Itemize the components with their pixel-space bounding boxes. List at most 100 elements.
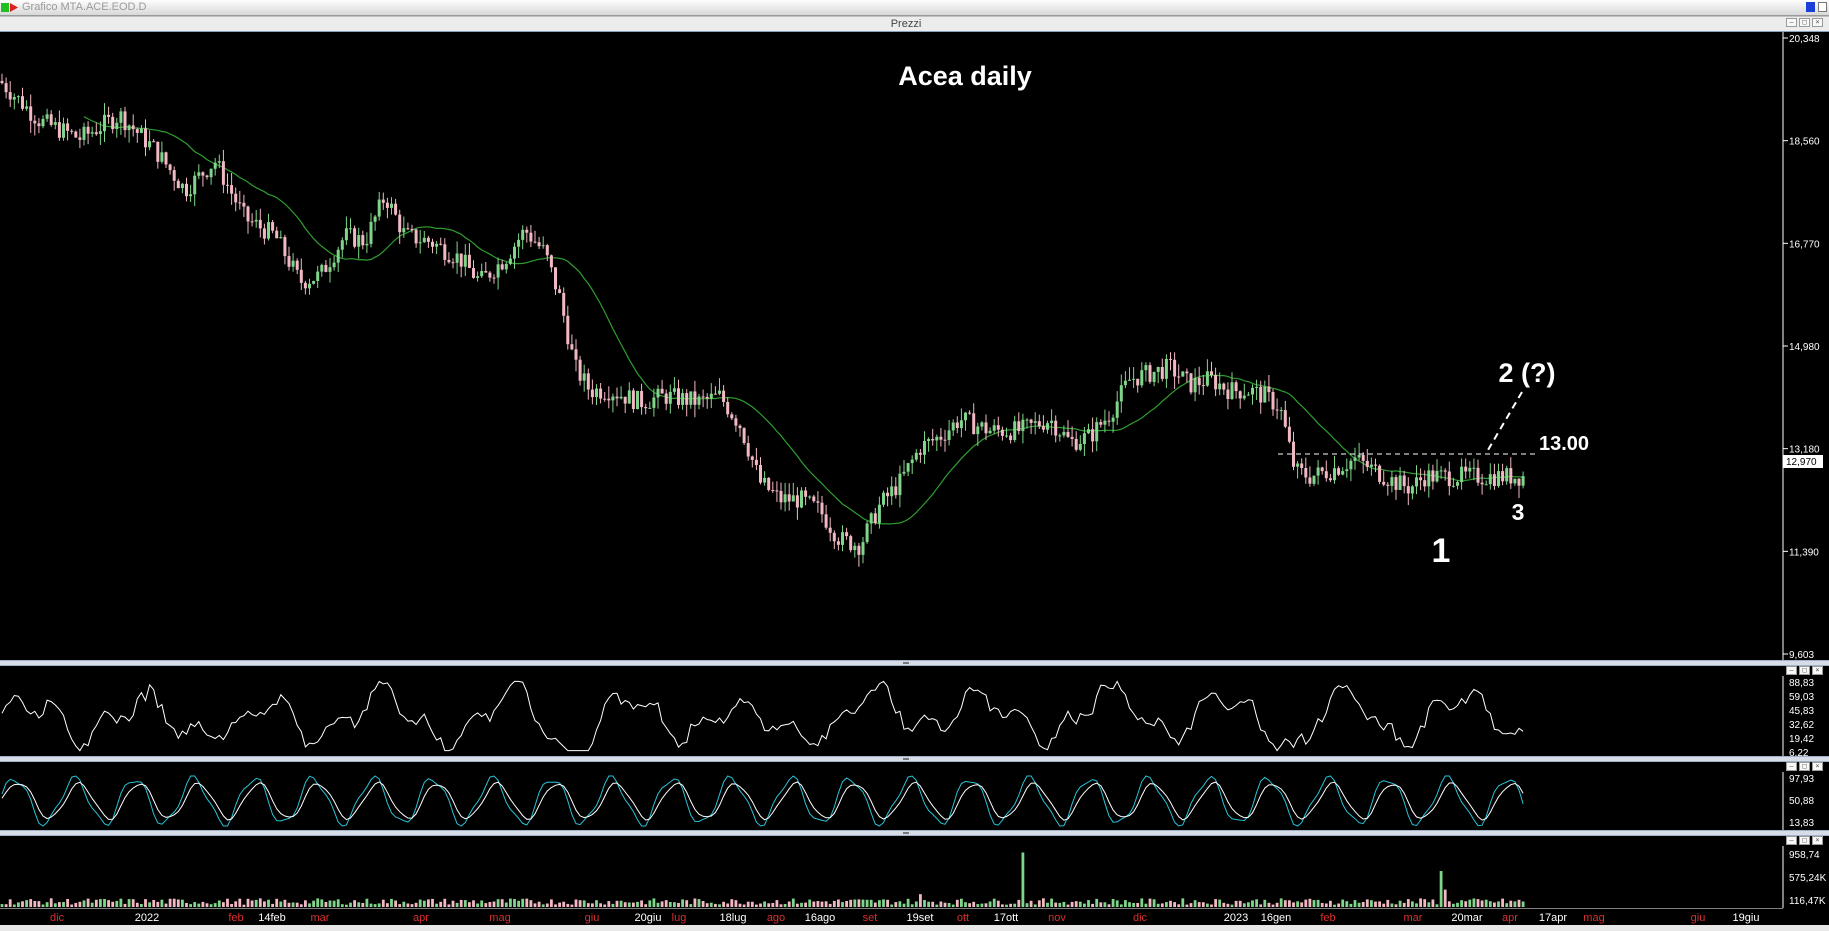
time-axis-label: giu (585, 912, 600, 924)
volume-bar (74, 902, 78, 907)
candle-body (1050, 420, 1054, 424)
candle-body (923, 441, 926, 455)
volume-bar (718, 904, 721, 907)
volume-bar (316, 898, 320, 907)
close-icon[interactable]: × (1812, 762, 1823, 771)
candle-body (750, 456, 754, 460)
candle-body (172, 170, 176, 181)
stochastic-chart[interactable]: 97,93 50,88 13,83 (0, 772, 1829, 830)
volume-bar (189, 904, 192, 907)
window-restore-button[interactable] (1806, 2, 1815, 12)
candle-body (369, 221, 373, 244)
candle-body (1197, 377, 1201, 386)
volume-bar (1357, 902, 1361, 907)
rsi-tick-label: 32,62 (1789, 720, 1814, 731)
maximize-icon[interactable]: □ (1799, 18, 1810, 27)
status-bar (0, 925, 1829, 931)
volume-bar (1193, 900, 1197, 907)
app-icon-green (1, 3, 9, 12)
volume-bar (1406, 899, 1410, 907)
time-axis-label: feb (228, 912, 243, 924)
candle-body (541, 245, 545, 247)
volume-bar (1484, 899, 1488, 907)
candle-body (1406, 486, 1410, 494)
volume-bar (1013, 903, 1017, 907)
volume-bar (837, 899, 840, 907)
candle-body (316, 271, 320, 281)
window-options-button[interactable] (1818, 2, 1827, 12)
volume-bar (443, 898, 447, 907)
time-axis-label: dic (50, 912, 65, 924)
rsi-panel-header[interactable]: – □ × (0, 666, 1829, 676)
candle-body (312, 281, 316, 284)
minimize-icon[interactable]: – (1786, 836, 1797, 845)
window-titlebar[interactable]: Grafico MTA.ACE.EOD.D (0, 0, 1829, 16)
candle-body (217, 161, 221, 163)
volume-bar (968, 903, 971, 907)
time-axis-label: mag (1583, 912, 1604, 924)
volume-bar (484, 903, 488, 907)
maximize-icon[interactable]: □ (1799, 762, 1810, 771)
candle-body (578, 359, 582, 381)
candle-body (652, 397, 656, 408)
minimize-icon[interactable]: – (1786, 666, 1797, 675)
volume-bar (1099, 902, 1103, 907)
volume-bar (427, 899, 430, 907)
candle-body (1189, 373, 1193, 393)
volume-bar (660, 901, 664, 907)
rsi-chart[interactable]: 88,83 59,03 45,83 32,62 19,42 6,22 (0, 676, 1829, 756)
candle-body (1369, 464, 1373, 467)
volume-bar (1189, 903, 1193, 907)
candle-body (29, 106, 33, 121)
volume-bar (554, 904, 557, 907)
price-chart[interactable]: 20,348 18,560 16,770 14,980 13,180 11,390 9,60… (0, 32, 1829, 660)
price-panel-header[interactable]: Prezzi – □ × (0, 16, 1829, 32)
time-axis-labels: dic 2022 feb 14feb mar apr mag giu 20giu lug 18lug… (50, 912, 1759, 924)
rsi-tick-label: 6,22 (1789, 748, 1809, 756)
candle-body (1361, 455, 1365, 461)
candle-body (1091, 429, 1095, 442)
minimize-icon[interactable]: – (1786, 762, 1797, 771)
candle-body (1410, 486, 1414, 494)
volume-bar (681, 899, 684, 907)
volume-bar (1078, 901, 1082, 907)
close-icon[interactable]: × (1812, 666, 1823, 675)
volume-bar (144, 899, 147, 907)
close-icon[interactable]: × (1812, 18, 1823, 27)
level-13-label: 13.00 (1539, 433, 1589, 455)
volume-bar (349, 902, 352, 907)
candle-body (1185, 371, 1189, 374)
candle-body (1341, 471, 1345, 475)
rsi-tick-label: 59,03 (1789, 692, 1814, 703)
volume-bar (1238, 900, 1242, 907)
candle-body (1246, 394, 1250, 396)
candle-body (1029, 419, 1033, 423)
volume-bar (1521, 901, 1525, 907)
candle-body (746, 443, 750, 457)
volume-panel-header[interactable]: – □ × (0, 836, 1829, 846)
volume-chart[interactable]: 958,74 575,24K 116,47K (0, 846, 1829, 908)
candle-body (787, 494, 791, 502)
volume-bar (156, 901, 160, 907)
stoch-panel-header[interactable]: – □ × (0, 762, 1829, 772)
volume-bar (406, 903, 410, 907)
volume-bar (910, 904, 914, 907)
candle-body (283, 237, 287, 257)
candle-body (734, 418, 738, 426)
minimize-icon[interactable]: – (1786, 18, 1797, 27)
candle-body (1242, 395, 1246, 399)
candle-body (668, 391, 672, 404)
volume-bar (1480, 900, 1484, 907)
rsi-line (1, 680, 1524, 752)
maximize-icon[interactable]: □ (1799, 836, 1810, 845)
candle-body (115, 122, 119, 129)
volume-bar (820, 901, 824, 907)
volume-bar (697, 899, 701, 907)
candle-body (185, 183, 188, 197)
volume-bar (418, 899, 422, 907)
candle-body (439, 243, 443, 245)
candle-body (8, 92, 12, 100)
close-icon[interactable]: × (1812, 836, 1823, 845)
volume-bar (627, 902, 631, 907)
maximize-icon[interactable]: □ (1799, 666, 1810, 675)
